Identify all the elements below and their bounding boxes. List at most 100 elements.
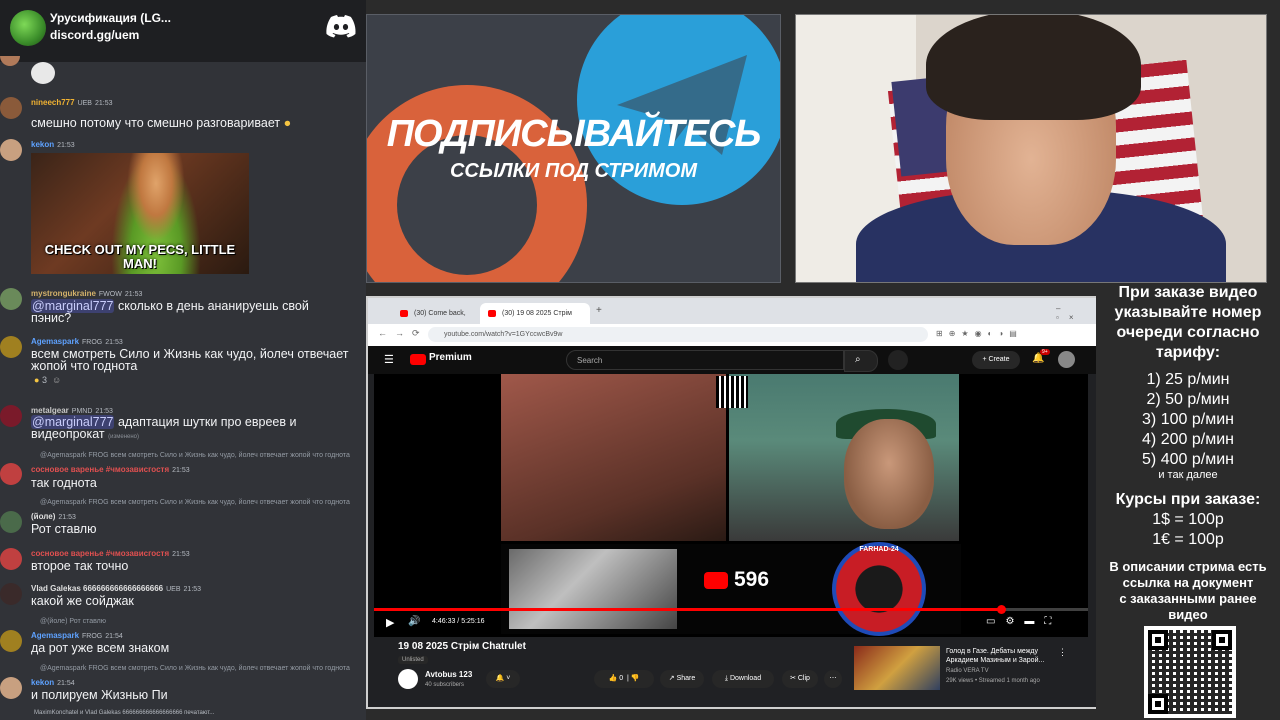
avatar[interactable] [0, 511, 22, 533]
tariff-line: 2) 50 р/мин [1146, 391, 1230, 408]
avatar[interactable] [0, 97, 22, 119]
player-right-controls[interactable]: ▭⚙▬⛶ [986, 616, 1061, 627]
message-text-cont: видеопрокат (изменено) [31, 427, 139, 441]
user-badge: FROG [82, 633, 103, 640]
recommended-title[interactable]: Голод в Газе. Дебаты между Аркадием Мази… [946, 647, 1056, 665]
extension-icons[interactable]: ⊞⊕★◉◐◑▤ [936, 329, 1023, 338]
channel-name[interactable]: Avtobus 123 [425, 670, 472, 679]
subscribe-bell-button[interactable]: 🔔 ˅ [486, 670, 520, 688]
search-input[interactable]: Search [566, 350, 844, 370]
username[interactable]: mystrongukraine FWOW 21:53 [31, 289, 142, 298]
user-badge: FWOW [98, 291, 122, 298]
username[interactable]: metalgear PMND 21:53 [31, 406, 113, 415]
username[interactable]: Vlad Galekas 666666666666666666 UEB 21:53 [31, 584, 201, 593]
like-dislike-button[interactable]: 👍 0 | 👎 [594, 670, 654, 688]
timestamp: 21:53 [58, 514, 76, 521]
username[interactable]: сосновое варенье #чмозависгостя 21:53 [31, 465, 190, 474]
mic-icon[interactable] [888, 350, 908, 370]
info-line: При заказе видео [1118, 284, 1258, 301]
timestamp: 21:54 [57, 680, 75, 687]
avatar[interactable] [0, 630, 22, 652]
message-text-cont: пэнис? [31, 311, 72, 325]
account-avatar[interactable] [1058, 351, 1075, 368]
timestamp: 21:53 [94, 100, 113, 107]
more-actions-button[interactable]: ⋯ [824, 670, 842, 688]
timestamp: 21:53 [172, 551, 190, 558]
url-field[interactable]: youtube.com/watch?v=1GYccwcBv9w [428, 327, 928, 342]
user-badge: PMND [71, 408, 93, 415]
browser-tab-active[interactable]: (30) 19 08 2025 Стрім Chat... × [480, 303, 590, 338]
download-button[interactable]: ⤓ Download [712, 670, 774, 688]
more-options-icon[interactable]: ⋮ [1058, 647, 1067, 658]
timestamp: 21:53 [124, 291, 143, 298]
avatar[interactable] [0, 463, 22, 485]
volume-icon[interactable]: 🔊 [408, 616, 420, 627]
server-name: Урусификация (LG... [50, 11, 171, 25]
new-tab-icon[interactable]: + [596, 305, 602, 316]
server-invite[interactable]: discord.gg/uem [50, 28, 139, 42]
video-qr-code [716, 376, 748, 408]
reply-preview[interactable]: @Agemaspark FROG всем смотреть Сило и Жи… [40, 665, 350, 672]
desc-line: видео [1168, 607, 1208, 622]
emoji-image [31, 62, 55, 84]
window-controls[interactable]: –▫× [1056, 304, 1096, 322]
username[interactable]: Agemaspark FROG 21:54 [31, 631, 123, 640]
avatar[interactable] [0, 548, 22, 570]
badge-text: FARHAD-24 [859, 546, 899, 553]
gif-caption: CHECK OUT MY PECS, LITTLE MAN! [44, 242, 236, 271]
recommended-thumbnail[interactable] [854, 646, 940, 690]
share-button[interactable]: ↗ Share [660, 670, 704, 688]
search-icon: ⌕ [855, 354, 861, 365]
timestamp: 21:53 [105, 339, 123, 346]
nav-buttons-icon[interactable]: ←→⟳ [378, 328, 428, 339]
youtube-header: ☰ Premium Search ⌕ + Create 🔔 9+ [368, 346, 1096, 374]
timestamp: 21:53 [183, 586, 202, 593]
reply-preview[interactable]: @(йоле) Рот ставлю [40, 618, 106, 625]
avatar[interactable] [0, 583, 22, 605]
youtube-logo-text[interactable]: Premium [429, 352, 472, 363]
youtube-favicon-icon [400, 310, 408, 317]
video-player[interactable]: 596 FARHAD-24 [374, 374, 1088, 637]
clip-button[interactable]: ✂ Clip [782, 670, 818, 688]
play-icon[interactable]: ▶ [386, 616, 394, 629]
avatar[interactable] [0, 405, 22, 427]
username[interactable]: сосновое варенье #чмозависгостя 21:53 [31, 549, 190, 558]
add-reaction-icon[interactable]: ☺ [52, 375, 61, 385]
tariff-line: 5) 400 р/мин [1142, 451, 1234, 468]
qr-finder-tl [1148, 630, 1168, 650]
reaction[interactable]: ● 3 ☺ [34, 375, 61, 385]
gif-image[interactable]: CHECK OUT MY PECS, LITTLE MAN! [31, 153, 249, 274]
discord-chat-panel: Урусификация (LG... discord.gg/uem ninee… [0, 0, 366, 720]
menu-icon[interactable]: ☰ [384, 353, 394, 366]
channel-avatar[interactable] [398, 669, 418, 689]
boosty-logo-inner [397, 135, 537, 275]
progress-bar[interactable] [374, 608, 1000, 611]
reply-preview[interactable]: @Agemaspark FROG всем смотреть Сило и Жи… [40, 499, 350, 506]
avatar[interactable] [0, 288, 22, 310]
notification-count: 9+ [1040, 349, 1050, 355]
avatar[interactable] [0, 139, 22, 161]
username[interactable]: nineech777 UEB 21:53 [31, 98, 113, 107]
username[interactable]: Agemaspark FROG 21:53 [31, 337, 123, 346]
reply-preview[interactable]: @Agemaspark FROG всем смотреть Сило и Жи… [40, 452, 350, 459]
promo-subtitle: ССЫЛКИ ПОД СТРИМОМ [449, 160, 698, 182]
create-button[interactable]: + Create [972, 351, 1020, 369]
recommended-channel: Radio VERA TV [946, 668, 989, 674]
overlay-subscriber-count: 596 [734, 568, 770, 591]
avatar[interactable] [0, 336, 22, 358]
avatar[interactable] [0, 677, 22, 699]
unlisted-badge: Unlisted [398, 656, 428, 664]
youtube-logo-icon[interactable] [410, 354, 426, 365]
info-line: тарифу: [1155, 344, 1221, 361]
browser-tab[interactable]: (30) Come back, kam... [392, 303, 480, 338]
video-person-face [844, 419, 934, 529]
tariff-line: 3) 100 р/мин [1142, 411, 1234, 428]
qr-finder-bl [1148, 694, 1168, 714]
username[interactable]: (йоле) 21:53 [31, 512, 76, 521]
info-line: очереди согласно [1116, 324, 1260, 341]
search-button[interactable]: ⌕ [844, 350, 878, 372]
username[interactable]: kekon 21:54 [31, 678, 75, 687]
promo-title: ПОДПИСЫВАЙТЕСЬ [386, 113, 762, 155]
message-text: да рот уже всем знаком [31, 641, 170, 655]
username[interactable]: kekon 21:53 [31, 140, 75, 149]
